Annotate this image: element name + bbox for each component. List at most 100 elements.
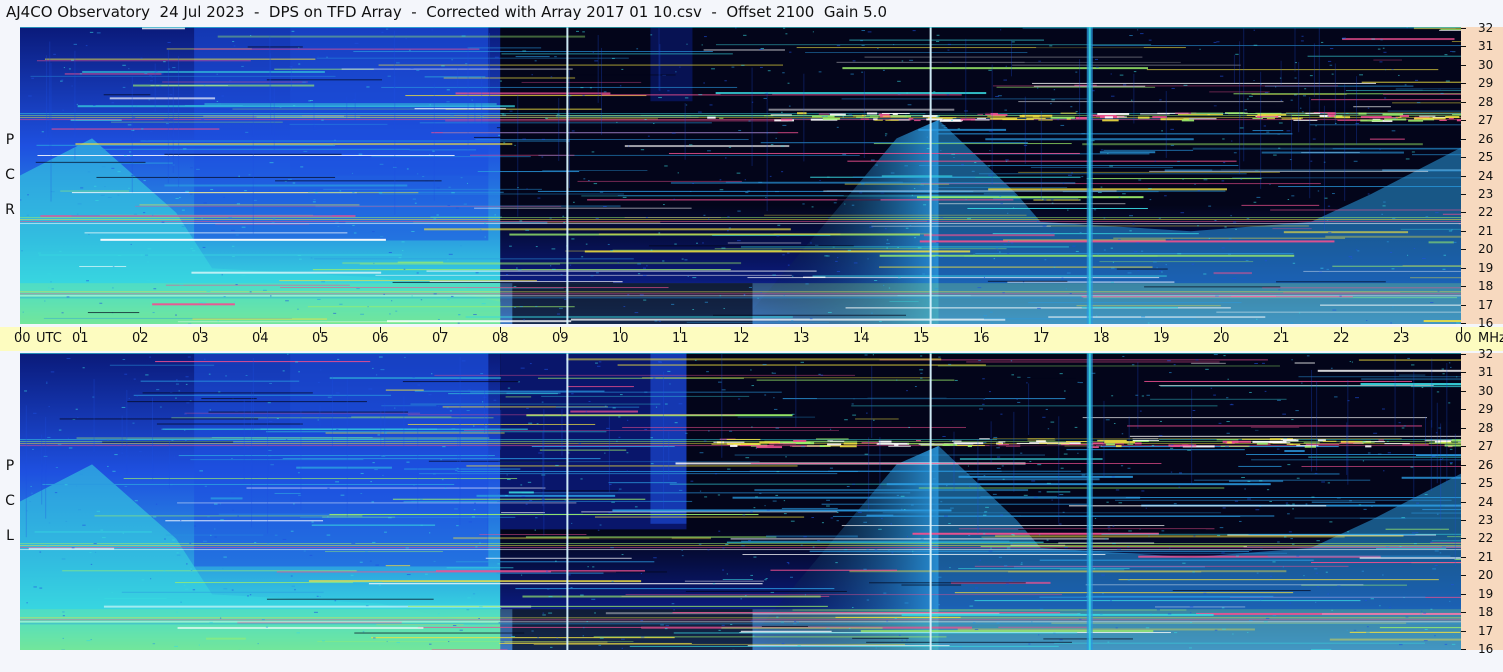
noise-speck (153, 288, 157, 290)
interference-streak (1248, 534, 1416, 536)
noise-speck (587, 566, 589, 568)
noise-speck (1379, 605, 1381, 607)
interference-streak (110, 121, 283, 123)
noise-speck (1366, 631, 1370, 633)
vertical-texture (252, 112, 254, 234)
noise-speck (1391, 306, 1394, 308)
noise-speck (68, 447, 73, 449)
noise-speck (527, 481, 532, 483)
noise-speck (804, 594, 807, 596)
noise-speck (1249, 620, 1253, 622)
noise-speck (179, 284, 184, 286)
noise-speck (1387, 440, 1389, 442)
interference-streak (466, 465, 798, 467)
dark-streak (208, 411, 409, 413)
noise-speck (764, 579, 767, 581)
noise-speck (257, 643, 259, 645)
band-27mhz-speck (1445, 116, 1460, 119)
noise-speck (1449, 448, 1453, 450)
noise-speck (463, 203, 467, 205)
noise-speck (886, 243, 890, 245)
noise-speck (826, 627, 830, 629)
noise-speck (1373, 432, 1378, 434)
noise-speck (144, 254, 149, 256)
band-27mhz-speck (1225, 112, 1245, 114)
band-27mhz-speck (759, 441, 780, 444)
noise-speck (254, 542, 257, 544)
noise-speck (362, 631, 365, 633)
interference-streak (1100, 446, 1339, 448)
interference-streak (1241, 204, 1320, 206)
noise-speck (498, 622, 501, 624)
band-27mhz-speck (876, 442, 910, 445)
noise-speck (339, 303, 343, 305)
interference-streak (1086, 595, 1274, 597)
noise-speck (1187, 449, 1191, 451)
noise-speck (1398, 74, 1400, 76)
noise-speck (827, 311, 832, 313)
vertical-texture (1128, 416, 1130, 449)
noise-speck (219, 617, 222, 619)
noise-speck (451, 192, 455, 194)
dark-streak (59, 418, 259, 420)
noise-speck (152, 214, 154, 216)
noise-speck (61, 558, 66, 560)
interference-streak (995, 535, 1404, 537)
interference-streak (1213, 272, 1252, 275)
noise-speck (1079, 232, 1082, 234)
noise-speck (750, 369, 752, 371)
y-tick (1461, 268, 1466, 269)
pol-letter: C (5, 493, 15, 509)
noise-speck (781, 171, 784, 173)
interference-streak (864, 56, 1143, 58)
noise-speck (1329, 48, 1334, 50)
vertical-texture (543, 409, 545, 536)
noise-speck (703, 440, 707, 442)
noise-speck (1291, 419, 1294, 421)
interference-streak (1402, 265, 1461, 267)
noise-speck (1233, 152, 1237, 154)
interference-streak (1216, 311, 1461, 313)
vertical-texture (542, 431, 544, 506)
noise-speck (204, 485, 207, 487)
x-tick-label: 11 (672, 331, 689, 346)
noise-speck (936, 34, 940, 36)
noise-speck (594, 60, 598, 62)
interference-streak (109, 364, 215, 366)
noise-speck (673, 609, 675, 611)
noise-speck (721, 247, 726, 249)
noise-speck (1431, 455, 1436, 457)
time-axis: UTC MHz 00 01 02 03 04 05 06 07 08 09 10 11 12 13 14 15… (0, 327, 1503, 351)
noise-speck (1193, 535, 1196, 537)
interference-streak (1411, 512, 1461, 514)
noise-speck (719, 295, 722, 297)
noise-speck (1366, 320, 1368, 322)
noise-speck (951, 153, 956, 155)
band-27mhz-speck (1137, 116, 1150, 119)
noise-speck (371, 501, 375, 503)
noise-speck (53, 53, 56, 55)
interference-streak (977, 478, 1100, 481)
noise-speck (326, 534, 331, 536)
noise-speck (568, 452, 570, 454)
noise-speck (1309, 75, 1313, 77)
noise-speck (466, 182, 469, 184)
interference-streak (996, 86, 1156, 88)
vertical-texture (600, 47, 602, 135)
noise-speck (835, 260, 838, 262)
noise-speck (936, 242, 939, 244)
noise-speck (190, 569, 193, 571)
noise-speck (39, 587, 43, 589)
noise-speck (607, 243, 610, 245)
dark-streak (428, 460, 568, 462)
noise-speck (1230, 215, 1232, 217)
noise-speck (1050, 199, 1054, 201)
noise-speck (934, 288, 939, 290)
noise-speck (107, 465, 109, 467)
noise-speck (1398, 422, 1401, 424)
noise-speck (1411, 151, 1415, 153)
noise-speck (1213, 354, 1218, 356)
noise-speck (228, 217, 232, 219)
noise-speck (528, 422, 533, 424)
interference-streak (316, 57, 629, 59)
